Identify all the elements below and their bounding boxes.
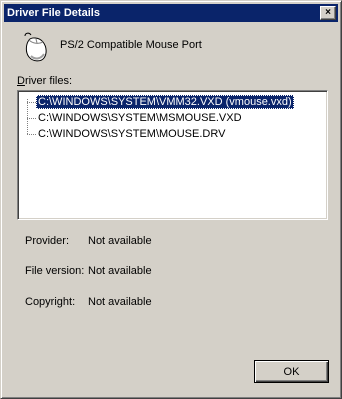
provider-value: Not available [88, 235, 152, 247]
device-name: PS/2 Compatible Mouse Port [60, 39, 202, 51]
copyright-label: Copyright: [25, 296, 76, 308]
tree-branch [27, 101, 36, 103]
list-item[interactable]: C:\WINDOWS\SYSTEM\MOUSE.DRV [27, 126, 227, 142]
list-item-path: C:\WINDOWS\SYSTEM\MOUSE.DRV [38, 128, 226, 140]
list-item[interactable]: C:\WINDOWS\SYSTEM\MSMOUSE.VXD [27, 110, 244, 126]
driver-file-details-dialog: Driver File Details × PS/2 Compatible Mo… [0, 0, 342, 399]
driver-files-label-accelerator: D [17, 75, 25, 87]
ok-button-label: OK [283, 365, 300, 378]
file-version-value: Not available [88, 265, 152, 277]
list-item[interactable]: C:\WINDOWS\SYSTEM\VMM32.VXD (vmouse.vxd) [27, 94, 294, 110]
close-button[interactable]: × [320, 6, 336, 20]
close-icon: × [325, 7, 331, 18]
mouse-icon [19, 32, 49, 64]
file-version-label: File version: [25, 265, 85, 277]
title-bar[interactable]: Driver File Details × [4, 4, 338, 22]
window-title: Driver File Details [7, 7, 100, 19]
tree-branch [27, 133, 36, 135]
list-item-path: C:\WINDOWS\SYSTEM\VMM32.VXD (vmouse.vxd) [36, 95, 294, 109]
tree-branch [27, 117, 36, 119]
provider-label: Provider: [25, 235, 70, 247]
copyright-value: Not available [88, 296, 152, 308]
list-item-path: C:\WINDOWS\SYSTEM\MSMOUSE.VXD [38, 112, 242, 124]
driver-files-list[interactable]: C:\WINDOWS\SYSTEM\VMM32.VXD (vmouse.vxd)… [17, 90, 328, 220]
ok-button[interactable]: OK [254, 360, 329, 383]
driver-files-label-text: river files: [24, 75, 73, 87]
driver-files-label: Driver files: [17, 75, 72, 87]
